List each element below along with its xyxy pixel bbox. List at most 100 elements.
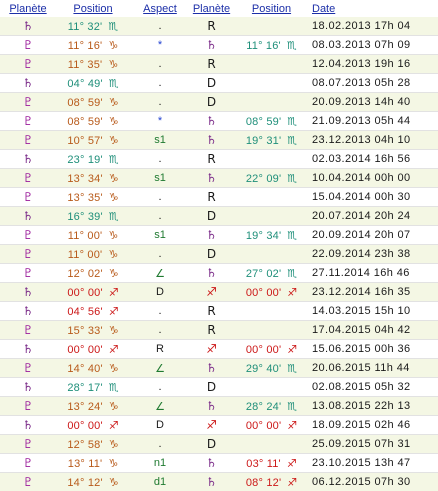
table-row: ♄23° 19'♏.R02.03.2014 16h 56 xyxy=(0,150,438,169)
position-2-value: 19° 31' xyxy=(246,135,281,147)
date-value: 17.04.2015 04h 42 xyxy=(312,324,411,336)
position-2-value: 11° 16' xyxy=(246,40,281,52)
date-value: 06.12.2015 07h 30 xyxy=(312,476,411,488)
retrograde-marker: R xyxy=(207,323,215,337)
date-value: 23.12.2013 04h 10 xyxy=(312,134,411,146)
aspect-value: ∠ xyxy=(155,401,165,413)
table-row: ♇11° 00'♑.D22.09.2014 23h 38 xyxy=(0,245,438,264)
table-row: ♇13° 11'♑n1♄03° 11'♐23.10.2015 13h 47 xyxy=(0,454,438,473)
capricorn-icon: ♑ xyxy=(109,191,119,204)
aspect-value: D xyxy=(156,419,164,431)
saturn-icon: ♄ xyxy=(23,380,34,394)
capricorn-icon: ♑ xyxy=(108,457,118,470)
sagittarius-icon: ♐ xyxy=(109,419,119,432)
date-value: 20.09.2014 20h 07 xyxy=(312,229,411,241)
scorpio-icon: ♏ xyxy=(287,134,297,147)
direct-marker: D xyxy=(207,380,216,394)
aspect-value: * xyxy=(158,115,162,127)
date-value: 08.03.2013 07h 09 xyxy=(312,39,411,51)
header-position-1[interactable]: Position xyxy=(56,0,130,17)
header-planet-2[interactable]: Planète xyxy=(190,0,233,17)
table-row: ♇08° 59'♑.D20.09.2013 14h 40 xyxy=(0,93,438,112)
date-value: 02.03.2014 16h 56 xyxy=(312,153,411,165)
position-1-value: 08° 59' xyxy=(67,116,102,128)
capricorn-icon: ♑ xyxy=(109,172,119,185)
position-1-value: 04° 56' xyxy=(67,306,102,318)
scorpio-icon: ♏ xyxy=(109,210,119,223)
sagittarius-icon: ♐ xyxy=(109,286,119,299)
table-row: ♇13° 24'♑∠♄28° 24'♏13.08.2015 22h 13 xyxy=(0,397,438,416)
aspect-value: . xyxy=(158,381,161,393)
pluto-icon: ♇ xyxy=(23,133,34,147)
capricorn-icon: ♑ xyxy=(108,39,118,52)
retrograde-marker: R xyxy=(207,57,215,71)
pluto-icon: ♇ xyxy=(23,361,34,375)
aspect-value: s1 xyxy=(154,172,166,184)
position-1-value: 13° 35' xyxy=(67,192,102,204)
direct-marker: D xyxy=(207,95,216,109)
sagittarius-icon: ♐ xyxy=(206,418,217,432)
header-planet-1[interactable]: Planète xyxy=(0,0,56,17)
scorpio-icon: ♏ xyxy=(287,172,297,185)
capricorn-icon: ♑ xyxy=(108,229,118,242)
position-2-value: 08° 12' xyxy=(246,477,281,489)
direct-marker: D xyxy=(207,209,216,223)
date-value: 18.09.2015 02h 46 xyxy=(312,419,411,431)
date-value: 02.08.2015 05h 32 xyxy=(312,381,411,393)
aspect-value: D xyxy=(156,286,164,298)
position-2-value: 00° 00' xyxy=(246,287,281,299)
transit-table: Planète Position Aspect Planète Position… xyxy=(0,0,438,491)
date-value: 25.09.2015 07h 31 xyxy=(312,438,411,450)
position-1-value: 14° 40' xyxy=(67,363,102,375)
saturn-icon: ♄ xyxy=(23,152,34,166)
header-position-2[interactable]: Position xyxy=(233,0,310,17)
capricorn-icon: ♑ xyxy=(109,96,119,109)
pluto-icon: ♇ xyxy=(23,475,34,489)
aspect-value: . xyxy=(158,77,161,89)
table-row: ♄11° 32'♏.R18.02.2013 17h 04 xyxy=(0,17,438,36)
header-date[interactable]: Date xyxy=(310,0,438,17)
scorpio-icon: ♏ xyxy=(287,39,297,52)
date-value: 20.07.2014 20h 24 xyxy=(312,210,411,222)
position-1-value: 00° 00' xyxy=(67,420,102,432)
pluto-icon: ♇ xyxy=(23,437,34,451)
saturn-icon: ♄ xyxy=(206,266,217,280)
aspect-value: . xyxy=(158,305,161,317)
retrograde-marker: R xyxy=(207,152,215,166)
date-value: 27.11.2014 16h 46 xyxy=(312,267,410,279)
aspect-value: . xyxy=(158,438,161,450)
date-value: 15.06.2015 00h 36 xyxy=(312,343,411,355)
sagittarius-icon: ♐ xyxy=(287,476,297,489)
capricorn-icon: ♑ xyxy=(108,248,118,261)
position-1-value: 16° 39' xyxy=(67,211,102,223)
header-aspect[interactable]: Aspect xyxy=(130,0,190,17)
position-2-value: 08° 59' xyxy=(246,116,281,128)
saturn-icon: ♄ xyxy=(23,76,34,90)
pluto-icon: ♇ xyxy=(23,247,34,261)
saturn-icon: ♄ xyxy=(206,475,217,489)
position-2-value: 22° 09' xyxy=(246,173,281,185)
aspect-value: s1 xyxy=(154,229,166,241)
aspect-value: . xyxy=(158,324,161,336)
position-1-value: 13° 24' xyxy=(67,401,102,413)
sagittarius-icon: ♐ xyxy=(109,343,119,356)
saturn-icon: ♄ xyxy=(206,133,217,147)
date-value: 14.03.2015 15h 10 xyxy=(312,305,411,317)
aspect-value: . xyxy=(158,153,161,165)
table-row: ♇12° 58'♑.D25.09.2015 07h 31 xyxy=(0,435,438,454)
capricorn-icon: ♑ xyxy=(109,115,119,128)
pluto-icon: ♇ xyxy=(23,456,34,470)
pluto-icon: ♇ xyxy=(23,323,34,337)
position-2-value: 00° 00' xyxy=(246,344,281,356)
capricorn-icon: ♑ xyxy=(109,267,119,280)
capricorn-icon: ♑ xyxy=(109,362,119,375)
pluto-icon: ♇ xyxy=(23,38,34,52)
scorpio-icon: ♏ xyxy=(108,20,118,33)
scorpio-icon: ♏ xyxy=(287,400,297,413)
table-row: ♄00° 00'♐D♐00° 00'♐18.09.2015 02h 46 xyxy=(0,416,438,435)
position-1-value: 23° 19' xyxy=(67,154,102,166)
direct-marker: D xyxy=(207,437,216,451)
position-2-value: 28° 24' xyxy=(246,401,281,413)
scorpio-icon: ♏ xyxy=(109,77,119,90)
table-row: ♇08° 59'♑*♄08° 59'♏21.09.2013 05h 44 xyxy=(0,112,438,131)
